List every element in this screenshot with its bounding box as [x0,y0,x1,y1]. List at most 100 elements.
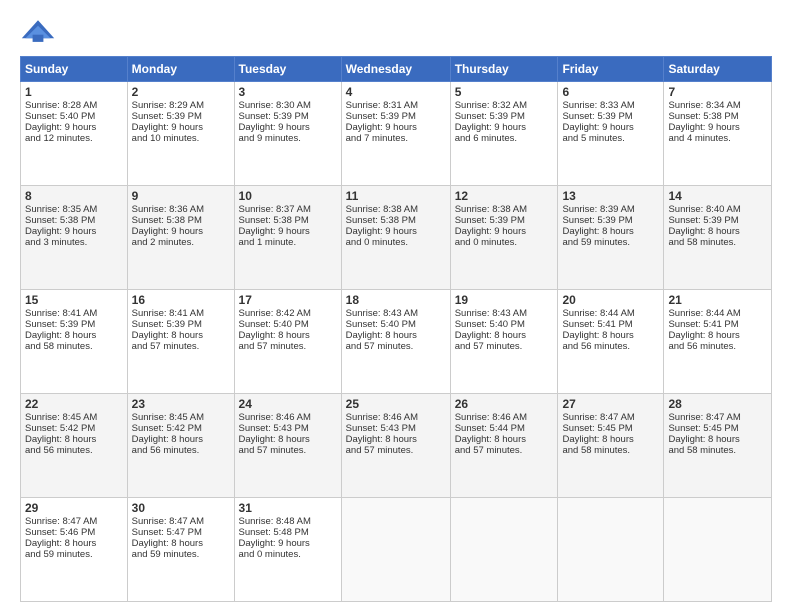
calendar-cell: 17Sunrise: 8:42 AMSunset: 5:40 PMDayligh… [234,290,341,394]
day-info-line: and 58 minutes. [25,341,123,352]
day-info-line: Daylight: 9 hours [239,226,337,237]
day-info-line: Sunset: 5:40 PM [25,111,123,122]
day-info-line: Sunrise: 8:36 AM [132,204,230,215]
calendar-cell: 11Sunrise: 8:38 AMSunset: 5:38 PMDayligh… [341,186,450,290]
day-info-line: Daylight: 9 hours [562,122,659,133]
day-info-line: and 12 minutes. [25,133,123,144]
logo-icon [20,18,56,46]
calendar-cell: 16Sunrise: 8:41 AMSunset: 5:39 PMDayligh… [127,290,234,394]
day-info-line: Sunrise: 8:40 AM [668,204,767,215]
day-info-line: Daylight: 8 hours [346,434,446,445]
day-info-line: Sunset: 5:45 PM [668,423,767,434]
day-number: 22 [25,397,123,411]
day-info-line: Sunrise: 8:43 AM [455,308,554,319]
day-number: 1 [25,85,123,99]
calendar-cell: 3Sunrise: 8:30 AMSunset: 5:39 PMDaylight… [234,82,341,186]
calendar-cell: 29Sunrise: 8:47 AMSunset: 5:46 PMDayligh… [21,498,128,602]
day-info-line: and 3 minutes. [25,237,123,248]
day-info-line: and 59 minutes. [132,549,230,560]
day-info-line: Sunset: 5:38 PM [132,215,230,226]
calendar-cell: 4Sunrise: 8:31 AMSunset: 5:39 PMDaylight… [341,82,450,186]
day-info-line: Sunrise: 8:32 AM [455,100,554,111]
day-info-line: and 7 minutes. [346,133,446,144]
day-info-line: Daylight: 8 hours [132,434,230,445]
calendar-cell: 30Sunrise: 8:47 AMSunset: 5:47 PMDayligh… [127,498,234,602]
day-number: 28 [668,397,767,411]
day-info-line: Sunrise: 8:47 AM [132,516,230,527]
day-number: 7 [668,85,767,99]
day-info-line: and 57 minutes. [455,341,554,352]
day-info-line: Sunset: 5:39 PM [455,215,554,226]
day-info-line: Sunrise: 8:29 AM [132,100,230,111]
day-number: 11 [346,189,446,203]
day-info-line: and 56 minutes. [562,341,659,352]
day-info-line: Sunset: 5:39 PM [239,111,337,122]
calendar-cell: 31Sunrise: 8:48 AMSunset: 5:48 PMDayligh… [234,498,341,602]
day-number: 8 [25,189,123,203]
day-number: 23 [132,397,230,411]
weekday-header: Saturday [664,57,772,82]
day-info-line: Sunrise: 8:28 AM [25,100,123,111]
day-number: 17 [239,293,337,307]
day-info-line: and 56 minutes. [132,445,230,456]
day-info-line: Sunrise: 8:46 AM [455,412,554,423]
day-info-line: and 57 minutes. [455,445,554,456]
day-info-line: Sunrise: 8:46 AM [239,412,337,423]
calendar-cell: 25Sunrise: 8:46 AMSunset: 5:43 PMDayligh… [341,394,450,498]
day-number: 21 [668,293,767,307]
calendar-cell: 26Sunrise: 8:46 AMSunset: 5:44 PMDayligh… [450,394,558,498]
day-info-line: and 56 minutes. [668,341,767,352]
day-info-line: Daylight: 9 hours [132,122,230,133]
day-info-line: Sunset: 5:42 PM [25,423,123,434]
day-info-line: Sunrise: 8:39 AM [562,204,659,215]
day-info-line: Daylight: 9 hours [132,226,230,237]
calendar-cell: 15Sunrise: 8:41 AMSunset: 5:39 PMDayligh… [21,290,128,394]
header-row: SundayMondayTuesdayWednesdayThursdayFrid… [21,57,772,82]
day-info-line: Sunset: 5:41 PM [668,319,767,330]
day-info-line: Daylight: 9 hours [25,122,123,133]
day-info-line: Sunset: 5:45 PM [562,423,659,434]
day-info-line: Sunrise: 8:48 AM [239,516,337,527]
day-info-line: Sunset: 5:47 PM [132,527,230,538]
day-info-line: Daylight: 8 hours [668,226,767,237]
day-info-line: and 57 minutes. [239,341,337,352]
day-number: 18 [346,293,446,307]
day-info-line: Daylight: 9 hours [239,538,337,549]
day-number: 29 [25,501,123,515]
day-info-line: Sunset: 5:44 PM [455,423,554,434]
day-number: 20 [562,293,659,307]
logo [20,18,60,46]
calendar-cell: 9Sunrise: 8:36 AMSunset: 5:38 PMDaylight… [127,186,234,290]
calendar-week: 29Sunrise: 8:47 AMSunset: 5:46 PMDayligh… [21,498,772,602]
calendar-table: SundayMondayTuesdayWednesdayThursdayFrid… [20,56,772,602]
day-number: 9 [132,189,230,203]
day-number: 4 [346,85,446,99]
calendar-cell: 21Sunrise: 8:44 AMSunset: 5:41 PMDayligh… [664,290,772,394]
calendar-cell: 27Sunrise: 8:47 AMSunset: 5:45 PMDayligh… [558,394,664,498]
day-info-line: Daylight: 8 hours [132,538,230,549]
day-info-line: Sunset: 5:43 PM [346,423,446,434]
day-info-line: Sunset: 5:40 PM [239,319,337,330]
day-info-line: Daylight: 9 hours [25,226,123,237]
day-info-line: Daylight: 8 hours [25,434,123,445]
weekday-header: Monday [127,57,234,82]
day-info-line: and 56 minutes. [25,445,123,456]
day-number: 13 [562,189,659,203]
day-info-line: and 0 minutes. [455,237,554,248]
calendar-cell: 23Sunrise: 8:45 AMSunset: 5:42 PMDayligh… [127,394,234,498]
day-info-line: and 57 minutes. [346,341,446,352]
day-number: 2 [132,85,230,99]
calendar-cell: 8Sunrise: 8:35 AMSunset: 5:38 PMDaylight… [21,186,128,290]
day-info-line: and 5 minutes. [562,133,659,144]
day-info-line: Sunrise: 8:45 AM [25,412,123,423]
day-number: 14 [668,189,767,203]
calendar-body: 1Sunrise: 8:28 AMSunset: 5:40 PMDaylight… [21,82,772,602]
day-info-line: Sunrise: 8:43 AM [346,308,446,319]
day-info-line: Sunset: 5:39 PM [132,319,230,330]
day-info-line: Sunset: 5:39 PM [132,111,230,122]
day-number: 6 [562,85,659,99]
day-info-line: Sunset: 5:40 PM [455,319,554,330]
day-info-line: Sunrise: 8:30 AM [239,100,337,111]
day-info-line: Daylight: 9 hours [455,122,554,133]
day-number: 31 [239,501,337,515]
